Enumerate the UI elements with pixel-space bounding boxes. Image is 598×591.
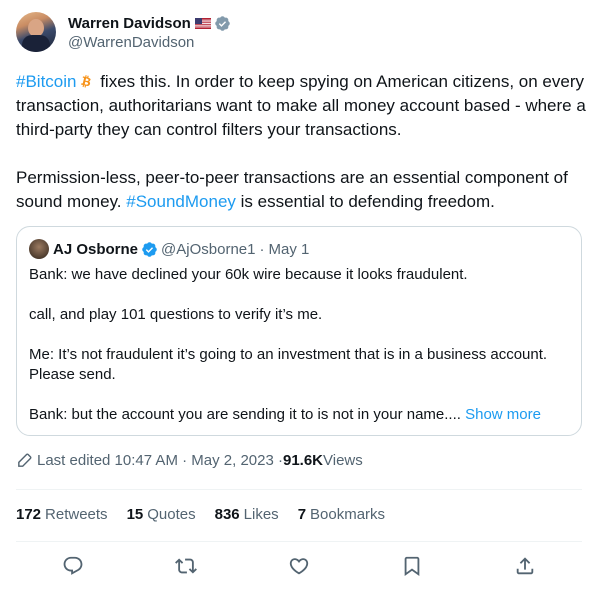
last-edited-timestamp[interactable]: Last edited 10:47 AM · May 2, 2023 · xyxy=(37,452,283,469)
quoted-paragraph-2: call, and play 101 questions to verify i… xyxy=(29,306,323,323)
retweets-stat[interactable]: 172 Retweets xyxy=(16,506,108,523)
verified-badge-icon xyxy=(142,241,157,257)
verified-badge-icon xyxy=(215,15,230,31)
bookmarks-stat[interactable]: 7 Bookmarks xyxy=(298,506,385,523)
quoted-paragraph-3: Me: It’s not fraudulent it’s going to an… xyxy=(29,346,548,383)
quoted-author-avatar xyxy=(29,239,49,259)
quoted-separator: · xyxy=(259,240,265,258)
quoted-date: May 1 xyxy=(268,240,310,258)
divider xyxy=(16,489,582,490)
tweet-text-3: is essential to defending freedom. xyxy=(235,192,495,211)
reply-button[interactable] xyxy=(60,553,86,579)
quoted-author-handle: @AjOsborne1 xyxy=(161,240,256,258)
author-display-name[interactable]: Warren Davidson xyxy=(68,15,191,32)
views-count: 91.6K xyxy=(282,452,324,469)
bookmarks-count: 7 xyxy=(297,506,307,523)
bookmark-button[interactable] xyxy=(399,553,425,579)
bitcoin-icon xyxy=(81,75,92,88)
us-flag-icon xyxy=(194,17,211,29)
bookmark-icon xyxy=(404,556,420,577)
share-icon xyxy=(517,557,534,575)
likes-count: 836 xyxy=(214,506,240,523)
retweet-button[interactable] xyxy=(173,553,199,579)
retweets-count: 172 xyxy=(16,506,42,523)
tweet-paragraph-2: Permission-less, peer-to-peer transactio… xyxy=(16,166,586,214)
quoted-paragraph-1: Bank: we have declined your 60k wire bec… xyxy=(29,266,468,283)
quotes-count: 15 xyxy=(126,506,144,523)
author-handle[interactable]: @WarrenDavidson xyxy=(68,34,231,51)
like-button[interactable] xyxy=(286,553,312,579)
quoted-last-line: Bank: but the account you are sending it… xyxy=(29,406,466,423)
action-bar xyxy=(16,553,582,579)
divider xyxy=(16,541,582,542)
quotes-stat[interactable]: 15 Quotes xyxy=(127,506,196,523)
tweet-header: Warren Davidson @WarrenDavidson xyxy=(16,12,231,52)
engagement-stats: 172 Retweets 15 Quotes 836 Likes 7 Bookmarks xyxy=(16,506,404,523)
quotes-label: Quotes xyxy=(147,506,196,523)
retweet-icon xyxy=(174,558,197,574)
tweet-meta: Last edited 10:47 AM · May 2, 2023 · 91.… xyxy=(16,452,363,469)
reply-icon xyxy=(63,556,82,575)
tweet-paragraph-1: #Bitcoin fixes this. In order to keep sp… xyxy=(16,70,586,142)
quoted-tweet-header: AJ Osborne @AjOsborne1 · May 1 xyxy=(29,239,569,259)
share-button[interactable] xyxy=(512,553,538,579)
quoted-tweet[interactable]: AJ Osborne @AjOsborne1 · May 1 Bank: we … xyxy=(16,226,582,436)
bookmarks-label: Bookmarks xyxy=(310,506,386,523)
tweet-text-1: fixes this. In order to keep spying on A… xyxy=(16,72,586,139)
likes-stat[interactable]: 836 Likes xyxy=(215,506,279,523)
edit-icon xyxy=(18,453,32,467)
author-avatar[interactable] xyxy=(16,12,56,52)
show-more-link[interactable]: Show more xyxy=(465,406,541,423)
likes-label: Likes xyxy=(243,506,279,523)
like-icon xyxy=(289,558,309,575)
author-names: Warren Davidson @WarrenDavidson xyxy=(68,13,231,51)
quoted-tweet-body: Bank: we have declined your 60k wire bec… xyxy=(29,265,569,425)
quoted-author-name: AJ Osborne xyxy=(53,240,139,258)
tweet-body: #Bitcoin fixes this. In order to keep sp… xyxy=(16,70,586,214)
hashtag-soundmoney-link[interactable]: #SoundMoney xyxy=(126,192,236,211)
quoted-paragraph-4: Bank: but the account you are sending it… xyxy=(29,405,569,425)
retweets-label: Retweets xyxy=(45,506,108,523)
hashtag-bitcoin-link[interactable]: #Bitcoin xyxy=(16,72,76,91)
views-label: Views xyxy=(323,452,363,469)
